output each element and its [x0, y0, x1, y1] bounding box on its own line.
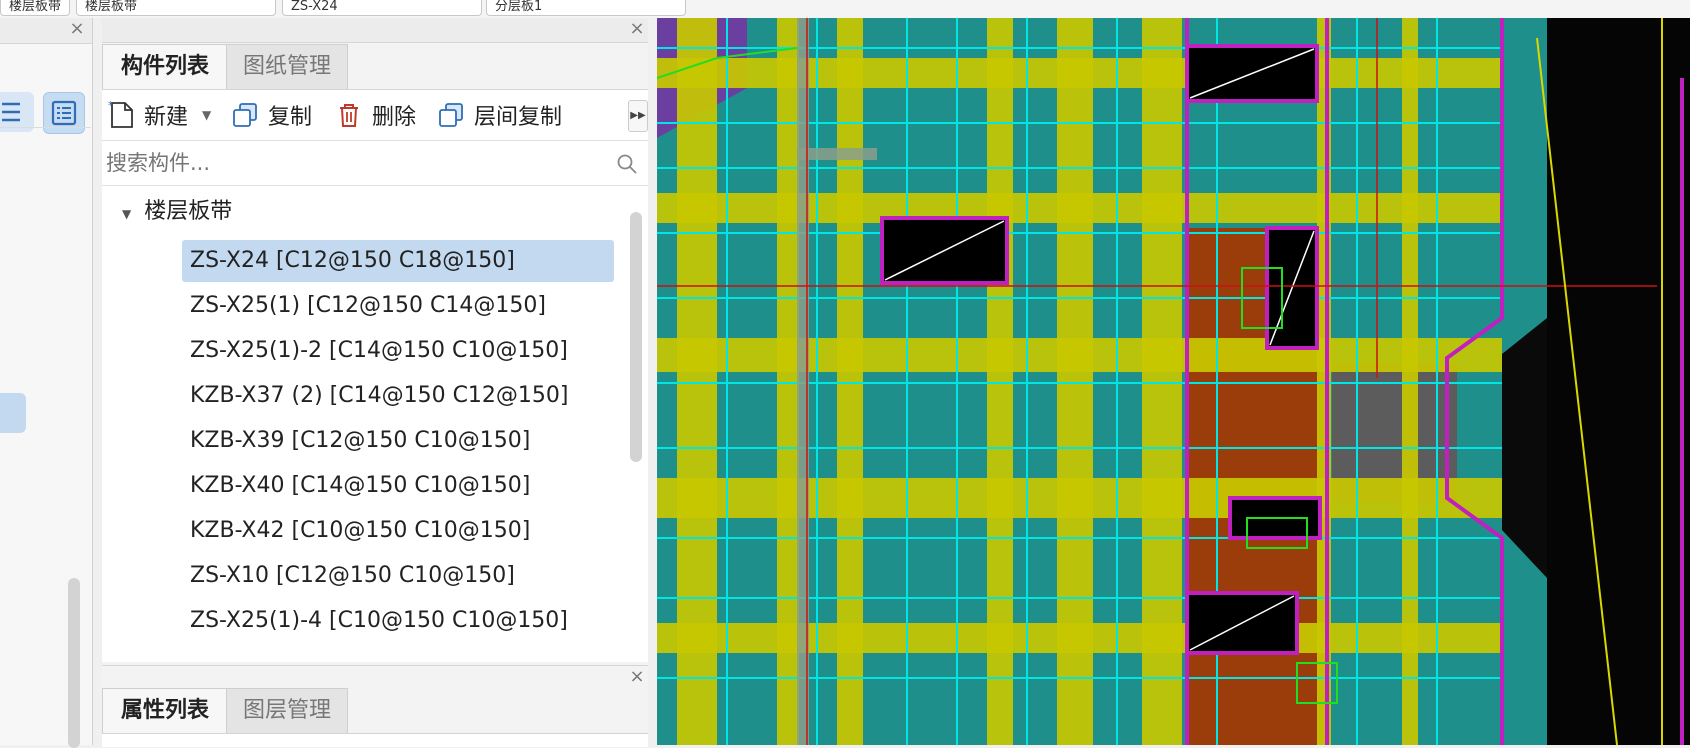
- close-icon[interactable]: ×: [68, 20, 86, 38]
- delete-label: 删除: [372, 105, 417, 130]
- list-view-icon[interactable]: [0, 92, 34, 132]
- tree-item[interactable]: ZS-X24 [C12@150 C18@150]: [182, 240, 614, 282]
- dropdown-arrow-icon[interactable]: ▼: [202, 108, 211, 122]
- component-panel-header: ×: [102, 18, 648, 43]
- new-label: 新建: [144, 105, 189, 130]
- left-scrollbar[interactable]: [68, 578, 80, 748]
- tab-property-list[interactable]: 属性列表: [102, 688, 228, 733]
- tab-layer-management[interactable]: 图层管理: [226, 688, 348, 733]
- component-tree: ▼ 楼层板带 ZS-X24 [C12@150 C18@150] ZS-X25(1…: [102, 186, 648, 662]
- selected-nav-item[interactable]: [0, 393, 26, 433]
- tree-item[interactable]: KZB-X42 [C10@150 C10@150]: [190, 510, 530, 552]
- tree-item[interactable]: ZS-X25(1) [C12@150 C14@150]: [190, 285, 546, 327]
- more-tools-icon[interactable]: ▶▶: [628, 100, 648, 132]
- search-icon[interactable]: [616, 153, 638, 175]
- tree-scrollbar[interactable]: [630, 212, 642, 462]
- copy-label: 复制: [268, 105, 313, 130]
- category-combo[interactable]: 楼层板带: [76, 0, 276, 16]
- tree-item[interactable]: KZB-X40 [C14@150 C10@150]: [190, 465, 530, 507]
- trash-icon: [340, 104, 358, 127]
- type-combo[interactable]: 楼层板带: [0, 0, 70, 16]
- component-panel: × 构件列表 图纸管理 * 新建 ▼ 复制 删除 层间复制 ▶▶ ▼ 楼层: [102, 18, 648, 747]
- floor-copy-button[interactable]: 层间复制: [436, 90, 562, 140]
- component-combo[interactable]: ZS-X24: [282, 0, 482, 16]
- close-icon[interactable]: ×: [628, 20, 646, 38]
- property-panel: × 属性列表 图层管理: [102, 665, 648, 747]
- component-toolbar: * 新建 ▼ 复制 删除 层间复制 ▶▶: [102, 89, 648, 141]
- tree-item[interactable]: KZB-X39 [C12@150 C10@150]: [190, 420, 530, 462]
- floor-copy-label: 层间复制: [474, 105, 563, 130]
- layer-combo[interactable]: 分层板1: [486, 0, 686, 16]
- cad-drawing[interactable]: [657, 18, 1690, 745]
- tree-group-floor-band[interactable]: ▼ 楼层板带: [122, 192, 232, 232]
- new-file-icon: *: [108, 100, 133, 128]
- left-navigation-panel: ×: [0, 18, 93, 748]
- tab-drawing-management[interactable]: 图纸管理: [226, 44, 348, 89]
- close-icon[interactable]: ×: [628, 668, 646, 686]
- tab-component-list[interactable]: 构件列表: [102, 44, 228, 89]
- divider: [0, 127, 91, 128]
- copy-icon: [233, 103, 257, 127]
- tree-item[interactable]: ZS-X10 [C12@150 C10@150]: [190, 555, 515, 597]
- tree-item[interactable]: ZS-X25(1)-2 [C14@150 C10@150]: [190, 330, 568, 372]
- top-toolbar: 楼层板带 楼层板带 ZS-X24 分层板1: [0, 0, 1690, 18]
- tree-item[interactable]: ZS-X25(1)-4 [C10@150 C10@150]: [190, 600, 568, 642]
- tree-group-label: 楼层板带: [144, 199, 233, 224]
- left-panel-header: ×: [0, 18, 92, 44]
- collapse-arrow-icon[interactable]: ▼: [122, 207, 131, 221]
- floor-copy-icon: [439, 103, 463, 127]
- component-search: [102, 141, 648, 186]
- cad-drawing-canvas[interactable]: [657, 18, 1690, 745]
- delete-button[interactable]: 删除: [334, 90, 416, 140]
- search-input[interactable]: [104, 147, 598, 179]
- tree-item[interactable]: KZB-X37 (2) [C14@150 C12@150]: [190, 375, 569, 417]
- copy-button[interactable]: 复制: [230, 90, 312, 140]
- new-button[interactable]: * 新建 ▼: [108, 90, 211, 140]
- svg-text:*: *: [108, 100, 114, 112]
